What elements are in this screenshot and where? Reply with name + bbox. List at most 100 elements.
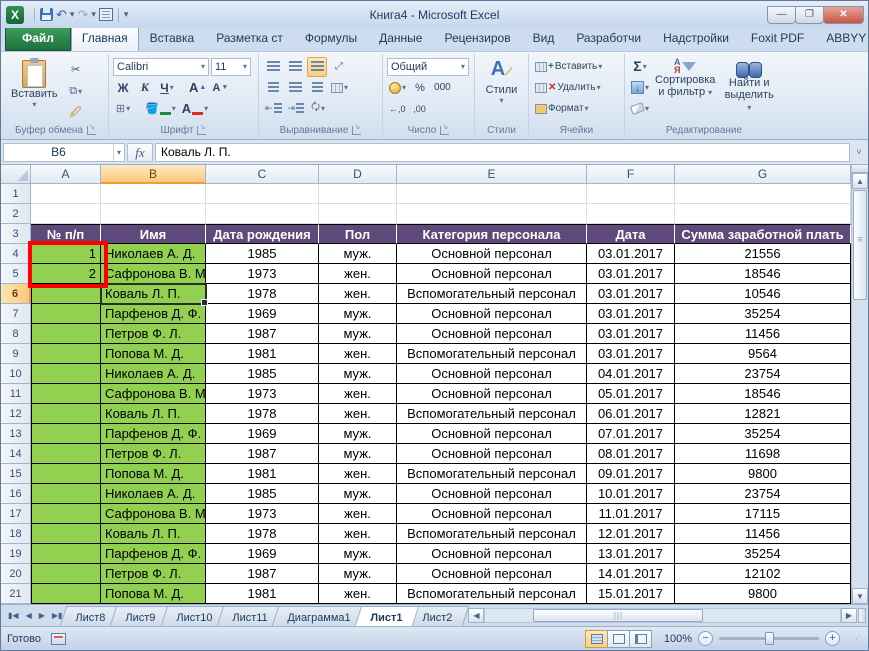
cell-D14[interactable]: муж. [319,444,397,464]
format-cells-button[interactable]: Формат ▾ [533,99,591,119]
column-header-F[interactable]: F [587,165,675,184]
row-header-1[interactable]: 1 [1,184,31,204]
cell-C4[interactable]: 1985 [206,244,319,264]
cell-F18[interactable]: 12.01.2017 [587,524,675,544]
cell-A15[interactable] [31,464,101,484]
row-header-11[interactable]: 11 [1,384,31,404]
table-header-G3[interactable]: Сумма заработной плать [675,224,851,244]
zoom-slider[interactable] [719,632,819,645]
tab-addins[interactable]: Надстройки [652,26,740,51]
cell-A9[interactable] [31,344,101,364]
styles-button[interactable]: А⟋ Стили ▾ [482,56,522,107]
percent-style-button[interactable]: % [410,78,430,98]
cell-E13[interactable]: Основной персонал [397,424,587,444]
row-header-9[interactable]: 9 [1,344,31,364]
cell-E15[interactable]: Вспомогательный персонал [397,464,587,484]
row-header-15[interactable]: 15 [1,464,31,484]
cell-D12[interactable]: жен. [319,404,397,424]
column-header-A[interactable]: A [31,165,101,184]
cell-G14[interactable]: 11698 [675,444,851,464]
cell-G13[interactable]: 35254 [675,424,851,444]
wrap-text-button[interactable]: 🗘 ▾ [308,99,328,119]
cell-D19[interactable]: муж. [319,544,397,564]
cell-F10[interactable]: 04.01.2017 [587,364,675,384]
autosum-button[interactable]: Σ ▾ [629,56,651,76]
cell-C5[interactable]: 1973 [206,264,319,284]
cell-E9[interactable]: Вспомогательный персонал [397,344,587,364]
tab-view[interactable]: Вид [522,26,566,51]
cell-A13[interactable] [31,424,101,444]
align-center-button[interactable] [285,78,305,98]
cell-B13[interactable]: Парфенов Д. Ф. [101,424,206,444]
row-header-18[interactable]: 18 [1,524,31,544]
cell-B15[interactable]: Попова М. Д. [101,464,206,484]
row-header-14[interactable]: 14 [1,444,31,464]
tab-data[interactable]: Данные [368,26,433,51]
cell-D11[interactable]: жен. [319,384,397,404]
cell-D21[interactable]: жен. [319,584,397,604]
cell-C21[interactable]: 1981 [206,584,319,604]
cell-A1[interactable] [31,184,101,204]
font-size-combo[interactable]: 11 ▾ [211,57,251,76]
cell-E7[interactable]: Основной персонал [397,304,587,324]
macro-record-icon[interactable] [50,632,66,645]
row-header-20[interactable]: 20 [1,564,31,584]
window-maximize-button[interactable]: ❐ [795,5,824,24]
cell-E14[interactable]: Основной персонал [397,444,587,464]
clear-button[interactable]: ▾ [629,98,651,118]
cell-B19[interactable]: Парфенов Д. Ф. [101,544,206,564]
bold-button[interactable]: Ж [113,78,133,98]
table-header-A3[interactable]: № п/п [31,224,101,244]
tab-page-layout[interactable]: Разметка ст [205,26,294,51]
decrease-decimal-button[interactable]: ,00 [410,99,430,119]
table-header-C3[interactable]: Дата рождения [206,224,319,244]
cell-C2[interactable] [206,204,319,224]
cell-G19[interactable]: 35254 [675,544,851,564]
row-header-12[interactable]: 12 [1,404,31,424]
row-header-3[interactable]: 3 [1,224,31,244]
cell-G12[interactable]: 12821 [675,404,851,424]
tab-developer[interactable]: Разработчи [565,26,652,51]
cell-A8[interactable] [31,324,101,344]
cell-C17[interactable]: 1973 [206,504,319,524]
cell-B8[interactable]: Петров Ф. Л. [101,324,206,344]
cell-F19[interactable]: 13.01.2017 [587,544,675,564]
cell-F16[interactable]: 10.01.2017 [587,484,675,504]
cell-C8[interactable]: 1987 [206,324,319,344]
alignment-dialog-launcher-icon[interactable] [352,123,362,135]
increase-decimal-button[interactable]: ←,0 [387,99,408,119]
font-color-button[interactable]: А ▾ [180,99,210,119]
cell-G15[interactable]: 9800 [675,464,851,484]
cell-B20[interactable]: Петров Ф. Л. [101,564,206,584]
increase-indent-button[interactable]: ⇥ [286,99,307,119]
cell-D17[interactable]: жен. [319,504,397,524]
number-format-combo[interactable]: Общий ▾ [387,57,469,76]
cell-E19[interactable]: Основной персонал [397,544,587,564]
cell-G18[interactable]: 11456 [675,524,851,544]
row-header-8[interactable]: 8 [1,324,31,344]
cell-C1[interactable] [206,184,319,204]
cell-F21[interactable]: 15.01.2017 [587,584,675,604]
fill-button[interactable]: ↓ ▾ [629,77,651,97]
cell-G7[interactable]: 35254 [675,304,851,324]
scroll-up-icon[interactable]: ▲ [852,173,868,189]
cell-D6[interactable]: жен. [319,284,397,304]
zoom-in-button[interactable]: + [825,631,840,646]
sheet-tab-Диаграмма1[interactable]: Диаграмма1 [271,606,368,626]
cell-G16[interactable]: 23754 [675,484,851,504]
cell-B16[interactable]: Николаев А. Д. [101,484,206,504]
cell-B6[interactable]: Коваль Л. П. [101,284,206,304]
cell-E20[interactable]: Основной персонал [397,564,587,584]
row-header-21[interactable]: 21 [1,584,31,604]
zoom-level-label[interactable]: 100% [658,633,692,645]
cell-C15[interactable]: 1981 [206,464,319,484]
column-header-D[interactable]: D [319,165,397,184]
tab-home[interactable]: Главная [70,26,139,51]
cell-C10[interactable]: 1985 [206,364,319,384]
window-close-button[interactable]: ✕ [823,5,864,24]
cell-E17[interactable]: Основной персонал [397,504,587,524]
column-header-G[interactable]: G [675,165,851,184]
insert-function-button[interactable]: fx [127,142,153,162]
cell-A16[interactable] [31,484,101,504]
paste-button[interactable]: Вставить ▾ [7,56,62,123]
